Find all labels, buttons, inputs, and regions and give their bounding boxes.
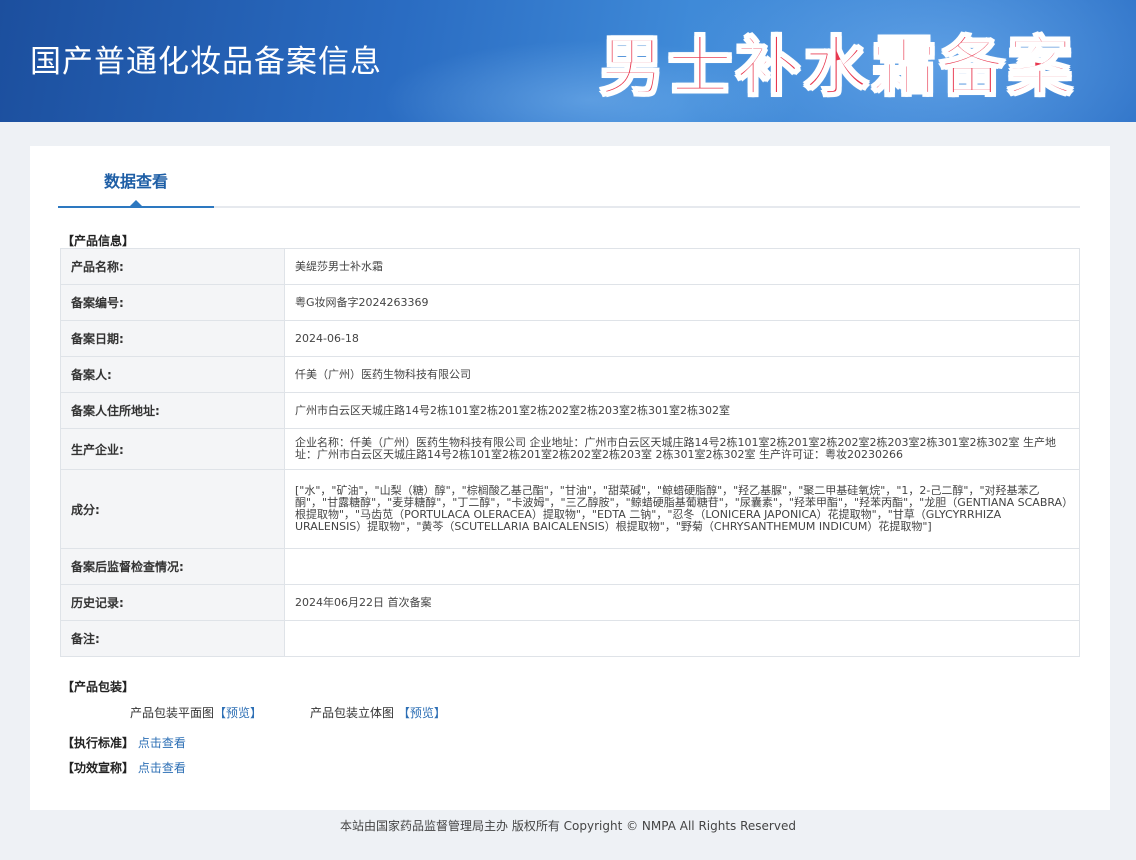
standard-label: 【执行标准】 bbox=[62, 736, 135, 750]
row-key: 产品名称: bbox=[60, 248, 285, 285]
site-title: 国产普通化妆品备案信息 bbox=[30, 44, 382, 80]
packaging-solid-row: 产品包装立体图 【预览】 bbox=[310, 704, 446, 721]
row-value: 仟美（广州）医药生物科技有限公司 bbox=[284, 356, 1080, 393]
content-panel: 数据查看 【产品信息】 产品名称: 美缇莎男士补水霜 备案编号: 粤G妆网备字2… bbox=[30, 146, 1110, 810]
standard-row: 【执行标准】 点击查看 bbox=[62, 734, 186, 751]
table-row: 备案编号: 粤G妆网备字2024263369 bbox=[60, 284, 1080, 321]
packaging-solid-label: 产品包装立体图 bbox=[310, 706, 395, 720]
table-row: 备案人住所地址: 广州市白云区天城庄路14号2栋101室2栋201室2栋202室… bbox=[60, 392, 1080, 429]
standard-view-link[interactable]: 点击查看 bbox=[138, 736, 186, 750]
product-info-table: 产品名称: 美缇莎男士补水霜 备案编号: 粤G妆网备字2024263369 备案… bbox=[60, 248, 1080, 657]
row-value bbox=[284, 620, 1080, 657]
row-key: 生产企业: bbox=[60, 428, 285, 470]
packaging-flat-preview-link[interactable]: 【预览】 bbox=[214, 706, 262, 720]
row-key: 备案人住所地址: bbox=[60, 392, 285, 429]
footer-copyright: 本站由国家药品监督管理局主办 版权所有 Copyright © NMPA All… bbox=[340, 819, 796, 833]
table-row: 备案人: 仟美（广州）医药生物科技有限公司 bbox=[60, 356, 1080, 393]
row-value: 广州市白云区天城庄路14号2栋101室2栋201室2栋202室2栋203室2栋3… bbox=[284, 392, 1080, 429]
row-key: 备案人: bbox=[60, 356, 285, 393]
tab-active-caret bbox=[130, 200, 142, 206]
row-value bbox=[284, 548, 1080, 585]
row-value: 2024-06-18 bbox=[284, 320, 1080, 357]
table-row: 产品名称: 美缇莎男士补水霜 bbox=[60, 248, 1080, 285]
row-value: 粤G妆网备字2024263369 bbox=[284, 284, 1080, 321]
row-value: 2024年06月22日 首次备案 bbox=[284, 584, 1080, 621]
row-key: 备注: bbox=[60, 620, 285, 657]
tab-bar: 数据查看 bbox=[58, 166, 1080, 208]
section-label-packaging: 【产品包装】 bbox=[62, 680, 135, 694]
packaging-flat-row: 产品包装平面图【预览】 bbox=[130, 704, 262, 721]
row-value: ["水"，"矿油"，"山梨（糖）醇"，"棕榈酸乙基己酯"，"甘油"，"甜菜碱"，… bbox=[284, 469, 1080, 549]
row-key: 备案编号: bbox=[60, 284, 285, 321]
overlay-caption: 男士补水霜备案 bbox=[599, 31, 1076, 105]
row-value: 美缇莎男士补水霜 bbox=[284, 248, 1080, 285]
efficacy-view-link[interactable]: 点击查看 bbox=[138, 761, 186, 775]
table-row: 历史记录: 2024年06月22日 首次备案 bbox=[60, 584, 1080, 621]
efficacy-row: 【功效宣称】 点击查看 bbox=[62, 759, 186, 776]
table-row: 成分: ["水"，"矿油"，"山梨（糖）醇"，"棕榈酸乙基己酯"，"甘油"，"甜… bbox=[60, 469, 1080, 549]
row-key: 成分: bbox=[60, 469, 285, 549]
section-label-product-info: 【产品信息】 bbox=[62, 234, 135, 248]
row-key: 备案日期: bbox=[60, 320, 285, 357]
table-row: 备案后监督检查情况: bbox=[60, 548, 1080, 585]
row-value: 企业名称：仟美（广州）医药生物科技有限公司 企业地址：广州市白云区天城庄路14号… bbox=[284, 428, 1080, 470]
row-key: 备案后监督检查情况: bbox=[60, 548, 285, 585]
efficacy-label: 【功效宣称】 bbox=[62, 761, 135, 775]
table-row: 备注: bbox=[60, 620, 1080, 657]
table-row: 生产企业: 企业名称：仟美（广州）医药生物科技有限公司 企业地址：广州市白云区天… bbox=[60, 428, 1080, 470]
row-key: 历史记录: bbox=[60, 584, 285, 621]
packaging-solid-preview-link[interactable]: 【预览】 bbox=[398, 706, 446, 720]
table-row: 备案日期: 2024-06-18 bbox=[60, 320, 1080, 357]
packaging-flat-label: 产品包装平面图 bbox=[130, 706, 215, 720]
